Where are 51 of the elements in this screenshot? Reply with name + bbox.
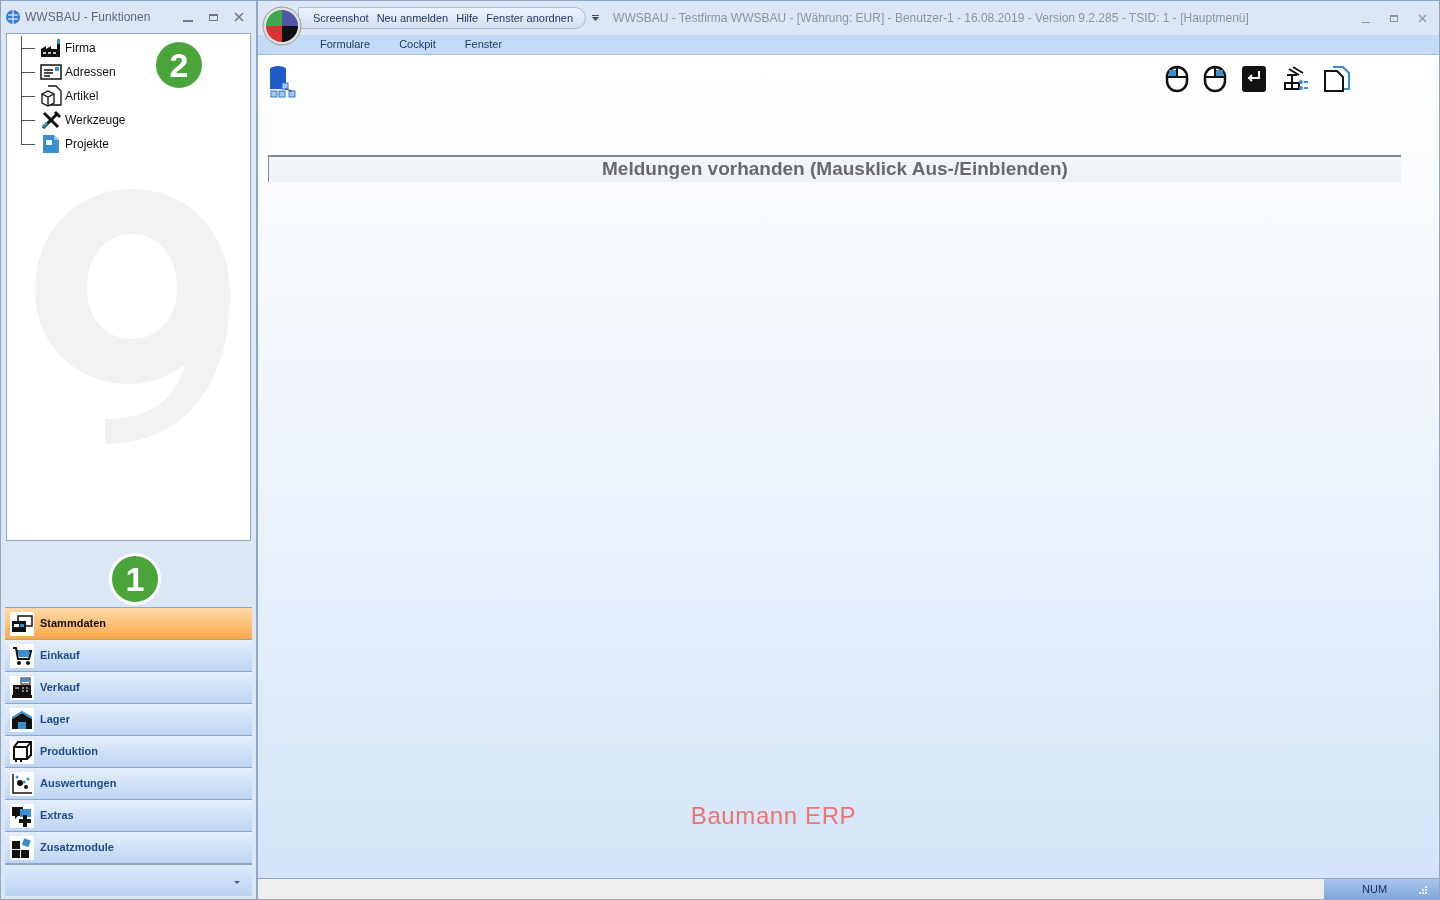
caret-icon xyxy=(234,881,240,884)
nav-tab[interactable]: Auswertungen xyxy=(5,768,252,800)
box-icon xyxy=(40,85,62,107)
brand-label: Baumann ERP xyxy=(690,801,857,831)
nav-tab[interactable]: Produktion xyxy=(5,736,252,768)
globe-icon xyxy=(5,9,21,25)
resize-grip-icon[interactable] xyxy=(1418,884,1427,894)
shopping-cart-icon xyxy=(11,644,33,667)
right-mouse-button-icon[interactable] xyxy=(1203,65,1227,93)
callout-badge: 1 xyxy=(109,553,161,605)
tree-item[interactable]: Firma xyxy=(65,39,96,57)
puzzle-icon xyxy=(11,804,33,827)
network-structure-icon[interactable] xyxy=(1281,65,1309,93)
messages-bar[interactable]: Meldungen vorhanden (Mausklick Aus-/Einblenden) xyxy=(268,155,1401,182)
toolbar-button[interactable]: Screenshot xyxy=(313,9,369,27)
nav-tab[interactable]: Zusatzmodule xyxy=(5,832,252,864)
nav-tab[interactable]: Stammdaten xyxy=(5,608,252,640)
nav-tab[interactable]: Verkauf xyxy=(5,672,252,704)
tree-item[interactable]: Projekte xyxy=(65,135,110,153)
tools-icon xyxy=(40,109,62,131)
maximize-icon[interactable] xyxy=(209,13,218,21)
tree-item[interactable]: Artikel xyxy=(65,87,99,105)
nav-tab[interactable]: Einkauf xyxy=(5,640,252,672)
nav-tab[interactable]: Extras xyxy=(5,800,252,832)
close-icon[interactable] xyxy=(234,12,244,22)
documents-icon[interactable] xyxy=(1323,65,1351,93)
num-lock-indicator: NUM xyxy=(1362,881,1388,897)
scatter-plot-icon xyxy=(11,772,33,795)
factory-icon xyxy=(40,38,62,58)
tree-item[interactable]: Werkzeuge xyxy=(65,111,126,129)
cards-icon xyxy=(11,613,33,634)
window-title: WWSBAU - Funktionen xyxy=(25,9,152,26)
menu-item[interactable]: Fenster xyxy=(464,36,503,53)
database-icon[interactable] xyxy=(268,65,298,99)
address-card-icon xyxy=(40,63,62,81)
project-document-icon xyxy=(41,134,61,154)
toolbar-button[interactable]: Neu anmelden xyxy=(376,9,449,27)
warehouse-icon xyxy=(11,709,33,730)
toolbar-button[interactable]: Fenster anordnen xyxy=(486,9,574,27)
menu-item[interactable]: Formulare xyxy=(320,36,371,53)
menu-item[interactable]: Cockpit xyxy=(399,36,436,53)
left-mouse-button-icon[interactable] xyxy=(1165,65,1189,93)
cash-register-icon xyxy=(11,676,33,699)
nav-tab[interactable]: Lager xyxy=(5,704,252,736)
modules-icon xyxy=(11,836,33,859)
dropdown-caret-icon[interactable] xyxy=(592,15,600,21)
enter-key-icon[interactable] xyxy=(1241,65,1267,93)
machine-icon xyxy=(11,740,33,763)
toolbar-button[interactable]: Hilfe xyxy=(456,9,479,27)
window-title: WWSBAU - Testfirma WWSBAU - [Währung: EUR] - Benutzer-1 - 16.08.2019 - Version 9.2.285 - TSID: 1 - [Hauptmenü] xyxy=(613,10,1250,27)
tree-item[interactable]: Adressen xyxy=(65,63,116,81)
